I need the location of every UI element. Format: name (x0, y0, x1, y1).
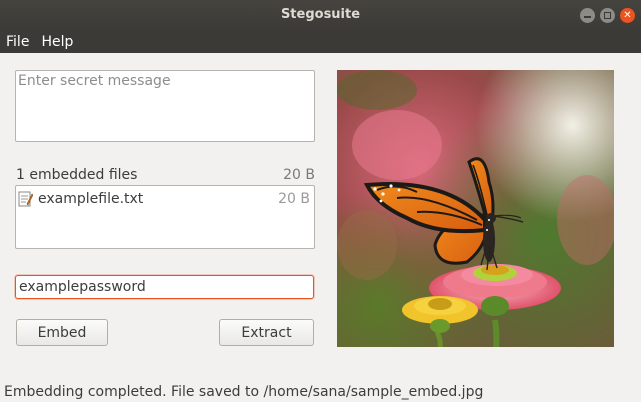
close-button[interactable]: ✕ (620, 8, 635, 23)
minimize-button[interactable] (580, 8, 595, 23)
minimize-icon (584, 16, 591, 18)
file-size: 20 B (278, 191, 310, 207)
embedded-files-header: 1 embedded files 20 B (16, 166, 316, 184)
window-title: Stegosuite (280, 7, 361, 22)
maximize-button[interactable] (600, 8, 615, 23)
status-bar-text: Embedding completed. File saved to /home… (4, 384, 484, 400)
secret-message-input[interactable] (18, 73, 312, 139)
butterfly-photo (337, 70, 614, 347)
menu-file[interactable]: File (0, 34, 35, 50)
extract-button[interactable]: Extract (219, 319, 314, 346)
secret-message-box[interactable] (15, 70, 315, 142)
file-list-item[interactable]: examplefile.txt 20 B (18, 189, 310, 209)
menu-help[interactable]: Help (35, 34, 79, 50)
maximize-icon (604, 12, 611, 19)
menubar: File Help (0, 31, 641, 53)
window-titlebar[interactable]: Stegosuite ✕ (0, 0, 641, 31)
text-file-icon (18, 191, 33, 206)
embed-button[interactable]: Embed (16, 319, 108, 346)
password-input[interactable] (19, 279, 310, 295)
password-field[interactable] (15, 275, 314, 299)
embedded-files-list[interactable]: examplefile.txt 20 B (15, 185, 315, 249)
file-name: examplefile.txt (38, 191, 144, 207)
embedded-files-count: 1 embedded files (16, 167, 138, 183)
cover-image (337, 70, 614, 347)
embedded-files-total-size: 20 B (283, 167, 315, 183)
close-icon: ✕ (623, 9, 632, 21)
